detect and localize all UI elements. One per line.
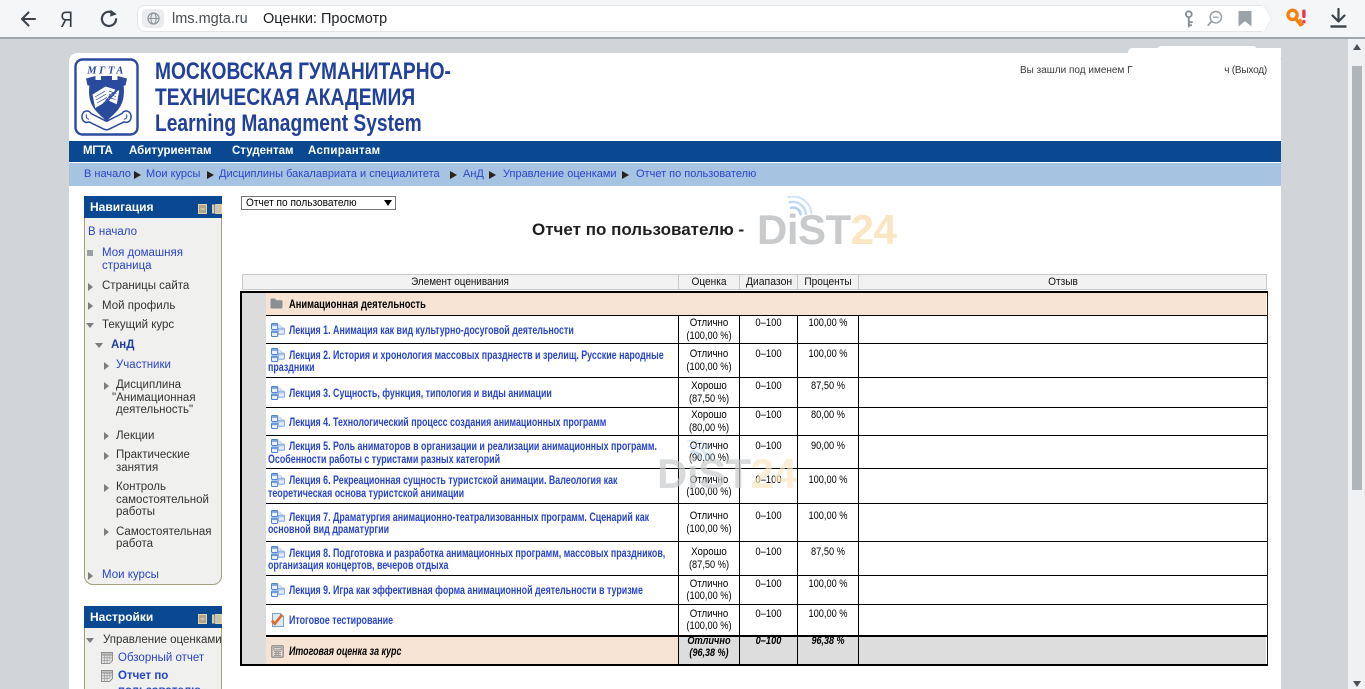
svg-text:МГТА: МГТА <box>86 66 125 77</box>
